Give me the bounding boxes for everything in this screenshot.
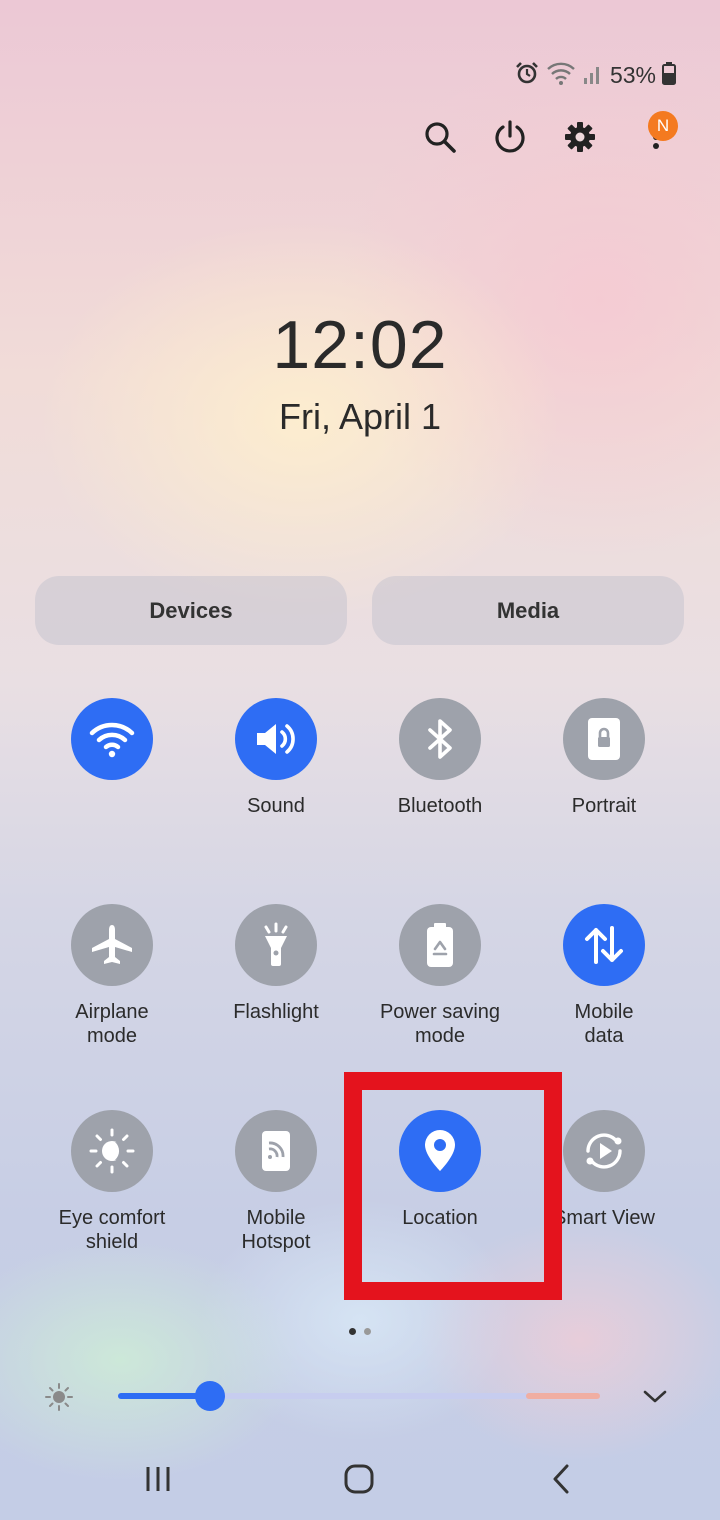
battery-percentage: 53% bbox=[609, 61, 656, 88]
tile-portrait-circle[interactable] bbox=[563, 698, 645, 780]
brightness-slider-high-zone bbox=[526, 1393, 600, 1399]
tile-eye-comfort-shield[interactable]: Eye comfort shield bbox=[32, 1110, 192, 1254]
clock-date[interactable]: Fri, April 1 bbox=[0, 396, 720, 438]
clock-time[interactable]: 12:02 bbox=[0, 306, 720, 384]
brightness-icon bbox=[44, 1382, 74, 1417]
tile-airplane-mode[interactable]: Airplane mode bbox=[32, 904, 192, 1048]
tile-mobile-data[interactable]: Mobile data bbox=[524, 904, 684, 1048]
tile-mobile-hotspot-label: Mobile Hotspot bbox=[241, 1207, 311, 1253]
tile-flashlight[interactable]: Flashlight bbox=[196, 904, 356, 1024]
tile-wifi-circle[interactable] bbox=[71, 698, 153, 780]
tile-airplane-mode-circle[interactable] bbox=[71, 904, 153, 986]
notification-badge: N bbox=[648, 111, 678, 141]
tile-eye-comfort-label: Eye comfort shield bbox=[58, 1207, 166, 1253]
portrait-lock-icon bbox=[588, 718, 620, 760]
tile-portrait[interactable]: Portrait bbox=[524, 698, 684, 818]
highlight-box bbox=[344, 1072, 562, 1300]
tile-sound-circle[interactable] bbox=[235, 698, 317, 780]
battery-icon bbox=[662, 60, 676, 91]
search-icon bbox=[425, 122, 456, 153]
tile-mobile-hotspot[interactable]: Mobile Hotspot bbox=[196, 1110, 356, 1254]
power-icon bbox=[495, 120, 525, 153]
airplane-icon bbox=[92, 925, 132, 964]
status-bar: 53% bbox=[514, 58, 676, 92]
home-button[interactable] bbox=[329, 1456, 389, 1502]
tile-flashlight-label: Flashlight bbox=[233, 1001, 319, 1023]
tile-bluetooth[interactable]: Bluetooth bbox=[360, 698, 520, 818]
settings-button[interactable] bbox=[557, 114, 603, 160]
power-button[interactable] bbox=[487, 114, 533, 160]
tile-power-saving-label: Power saving mode bbox=[379, 1001, 501, 1047]
wifi-icon bbox=[89, 722, 135, 758]
sound-icon bbox=[257, 724, 295, 754]
home-icon bbox=[344, 1464, 374, 1494]
eye-comfort-icon bbox=[89, 1128, 135, 1174]
page-indicator bbox=[349, 1328, 371, 1335]
tile-mobile-data-label: Mobile data bbox=[574, 1001, 634, 1047]
search-button[interactable] bbox=[417, 114, 463, 160]
media-button[interactable]: Media bbox=[372, 576, 684, 645]
bluetooth-icon bbox=[428, 719, 452, 759]
tile-bluetooth-label: Bluetooth bbox=[397, 795, 483, 817]
expand-button[interactable] bbox=[640, 1382, 670, 1417]
flashlight-icon bbox=[264, 922, 288, 966]
tile-eye-comfort-circle[interactable] bbox=[71, 1110, 153, 1192]
tile-flashlight-circle[interactable] bbox=[235, 904, 317, 986]
tile-mobile-hotspot-circle[interactable] bbox=[235, 1110, 317, 1192]
alarm-icon bbox=[514, 60, 540, 91]
power-saving-icon bbox=[427, 923, 453, 967]
wifi-icon bbox=[546, 60, 576, 91]
brightness-slider[interactable] bbox=[118, 1381, 600, 1411]
tile-portrait-label: Portrait bbox=[571, 795, 637, 817]
signal-icon bbox=[582, 60, 604, 91]
tile-mobile-data-circle[interactable] bbox=[563, 904, 645, 986]
back-icon bbox=[553, 1464, 569, 1494]
tile-bluetooth-circle[interactable] bbox=[399, 698, 481, 780]
tile-smart-view-label: Smart View bbox=[553, 1207, 655, 1229]
tile-airplane-mode-label: Airplane mode bbox=[75, 1001, 149, 1047]
recents-icon bbox=[146, 1467, 170, 1491]
tile-wifi[interactable] bbox=[32, 698, 192, 794]
back-button[interactable] bbox=[531, 1456, 591, 1502]
page-dot-1 bbox=[349, 1328, 356, 1335]
settings-icon bbox=[565, 122, 595, 152]
devices-button[interactable]: Devices bbox=[35, 576, 347, 645]
tile-power-saving[interactable]: Power saving mode bbox=[360, 904, 520, 1048]
smart-view-icon bbox=[586, 1133, 622, 1169]
brightness-slider-thumb[interactable] bbox=[194, 1381, 225, 1411]
chevron-down-icon bbox=[643, 1390, 667, 1403]
hotspot-icon bbox=[262, 1131, 290, 1171]
tile-sound[interactable]: Sound bbox=[196, 698, 356, 818]
tile-power-saving-circle[interactable] bbox=[399, 904, 481, 986]
tile-sound-label: Sound bbox=[247, 795, 305, 817]
page-dot-2 bbox=[364, 1328, 371, 1335]
tile-smart-view-circle[interactable] bbox=[563, 1110, 645, 1192]
mobile-data-icon bbox=[585, 926, 623, 964]
recents-button[interactable] bbox=[128, 1456, 188, 1502]
